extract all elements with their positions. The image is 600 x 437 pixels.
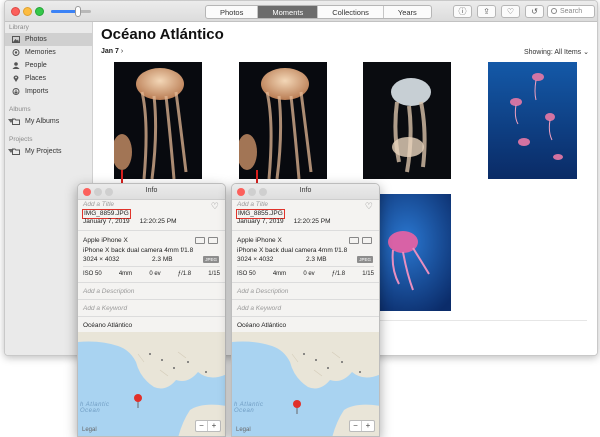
capture-date: January 7, 2019 12:20:25 PM <box>237 218 331 225</box>
heart-icon[interactable]: ♡ <box>211 201 219 212</box>
exif-row: ISO 50 4mm 0 ev ƒ/1.8 1/15 <box>83 271 220 277</box>
places-icon <box>13 75 19 82</box>
add-keyword-field[interactable]: Add a Keyword <box>83 305 127 312</box>
sidebar-item-imports[interactable]: Imports <box>5 85 92 98</box>
lens-info: iPhone X back dual camera 4mm f/1.8 <box>83 247 194 254</box>
imports-icon <box>12 88 20 95</box>
filesize: 2.3 MB <box>306 256 327 263</box>
add-description-field[interactable]: Add a Description <box>83 288 134 295</box>
zoom-in-button[interactable]: + <box>208 421 220 431</box>
capture-date: January 7, 2019 12:20:25 PM <box>83 218 177 225</box>
add-title-field[interactable]: Add a Title <box>83 201 114 208</box>
title-bar: Photos Moments Collections Years ⓘ ⇪ ♡ ↺… <box>5 1 597 22</box>
map-pin-icon[interactable] <box>292 400 302 414</box>
photo-thumbnail[interactable] <box>363 62 451 179</box>
zoom-out-button[interactable]: − <box>196 421 208 431</box>
camera-icon <box>349 237 359 244</box>
rotate-icon: ↺ <box>531 7 538 16</box>
folder-icon <box>12 118 20 125</box>
heart-icon: ♡ <box>506 7 515 16</box>
sidebar-item-photos[interactable]: Photos <box>5 33 92 46</box>
people-icon <box>12 62 20 69</box>
info-button[interactable]: ⓘ <box>453 5 472 18</box>
search-icon <box>551 8 557 14</box>
location-map[interactable]: h Atlantic Ocean Legal − + <box>232 332 379 436</box>
map-ocean-label: h Atlantic Ocean <box>234 402 264 414</box>
zoom-in-button[interactable]: + <box>362 421 374 431</box>
thumbnail-size-slider[interactable] <box>51 6 91 17</box>
info-title: Info <box>299 187 312 194</box>
sidebar-header-albums: Albums <box>9 106 31 113</box>
share-icon: ⇪ <box>483 7 490 16</box>
favorite-button[interactable]: ♡ <box>501 5 520 18</box>
location-map[interactable]: h Atlantic Ocean Legal − + <box>78 332 225 436</box>
format-badge: JPEG <box>203 256 219 263</box>
tab-years[interactable]: Years <box>384 6 431 18</box>
view-tabs: Photos Moments Collections Years <box>205 5 432 19</box>
flash-icon <box>208 237 218 244</box>
slider-knob[interactable] <box>75 6 81 17</box>
folder-icon <box>12 148 20 155</box>
map-pin-icon[interactable] <box>133 394 143 408</box>
page-title: Océano Atlántico <box>101 26 224 43</box>
jellyfish-photo <box>239 62 327 179</box>
tab-photos[interactable]: Photos <box>206 6 259 18</box>
tab-moments[interactable]: Moments <box>258 6 319 18</box>
photo-thumbnail[interactable] <box>114 62 202 179</box>
photo-thumbnail[interactable] <box>239 62 327 179</box>
showing-filter[interactable]: Showing: All Items ⌄ <box>524 48 589 56</box>
sidebar-item-my-albums[interactable]: My Albums <box>5 115 92 128</box>
place-name: Océano Atlántico <box>83 322 133 329</box>
minimize-button[interactable] <box>23 7 32 16</box>
zoom-button[interactable] <box>35 7 44 16</box>
close-button[interactable] <box>11 7 20 16</box>
map-zoom-controls: − + <box>349 420 375 432</box>
dimensions: 3024 × 4032 <box>237 256 274 263</box>
camera-model: Apple iPhone X <box>237 237 282 244</box>
format-badge: JPEG <box>357 256 373 263</box>
photos-icon <box>12 36 20 43</box>
info-icon: ⓘ <box>458 7 467 16</box>
zoom-out-button[interactable]: − <box>350 421 362 431</box>
info-titlebar: Info <box>232 184 379 200</box>
photo-thumbnail[interactable] <box>488 62 577 179</box>
sidebar-item-places[interactable]: Places <box>5 72 92 85</box>
info-title: Info <box>145 187 158 194</box>
tab-collections[interactable]: Collections <box>318 6 384 18</box>
rotate-button[interactable]: ↺ <box>525 5 544 18</box>
filesize: 2.3 MB <box>152 256 173 263</box>
flash-icon <box>362 237 372 244</box>
share-button[interactable]: ⇪ <box>477 5 496 18</box>
map-ocean-label: h Atlantic Ocean <box>80 402 110 414</box>
jellyfish-photo <box>488 62 577 179</box>
sidebar-item-people[interactable]: People <box>5 59 92 72</box>
dimensions: 3024 × 4032 <box>83 256 120 263</box>
add-keyword-field[interactable]: Add a Keyword <box>237 305 281 312</box>
add-title-field[interactable]: Add a Title <box>237 201 268 208</box>
place-name: Océano Atlántico <box>237 322 287 329</box>
sidebar-header-projects: Projects <box>9 136 33 143</box>
legal-link[interactable]: Legal <box>82 427 97 433</box>
lens-info: iPhone X back dual camera 4mm f/1.8 <box>237 247 348 254</box>
heart-icon[interactable]: ♡ <box>365 201 373 212</box>
info-titlebar: Info <box>78 184 225 200</box>
moment-date[interactable]: Jan 7 › <box>101 48 123 55</box>
map-zoom-controls: − + <box>195 420 221 432</box>
search-input[interactable]: Search <box>547 5 595 18</box>
info-panel: Info Add a Title ♡ IMG_8859.JPG January … <box>77 183 226 437</box>
sidebar-header-library: Library <box>9 24 29 31</box>
jellyfish-photo <box>114 62 202 179</box>
sidebar-item-memories[interactable]: Memories <box>5 46 92 59</box>
add-description-field[interactable]: Add a Description <box>237 288 288 295</box>
chevron-down-icon: ⌄ <box>583 49 589 56</box>
legal-link[interactable]: Legal <box>236 427 251 433</box>
jellyfish-photo <box>363 62 451 179</box>
sidebar-item-my-projects[interactable]: My Projects <box>5 145 92 158</box>
exif-row: ISO 50 4mm 0 ev ƒ/1.8 1/15 <box>237 271 374 277</box>
memories-icon <box>12 49 20 56</box>
info-panel: Info Add a Title ♡ IMG_8855.JPG January … <box>231 183 380 437</box>
camera-model: Apple iPhone X <box>83 237 128 244</box>
camera-icon <box>195 237 205 244</box>
